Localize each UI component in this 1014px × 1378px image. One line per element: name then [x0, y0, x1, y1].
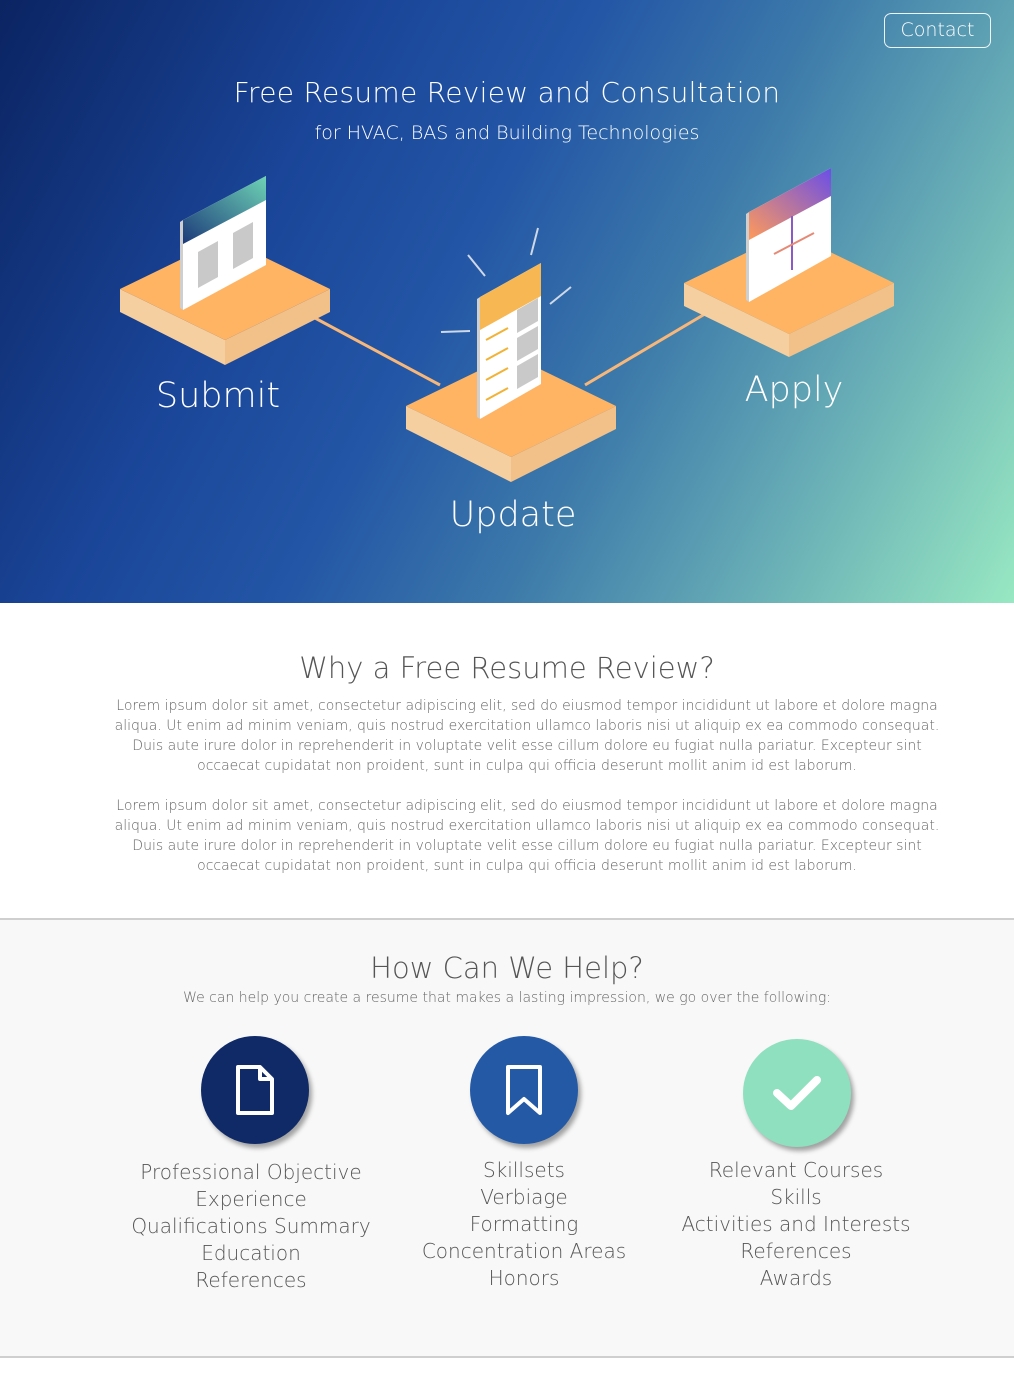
platform-update	[406, 227, 616, 482]
list-item: Activities and Interests	[681, 1212, 911, 1236]
checkmark-icon	[743, 1039, 851, 1147]
why-section: Why a Free Resume Review? Lorem ipsum do…	[0, 603, 1014, 919]
help-title: How Can We Help?	[370, 951, 644, 985]
list-item: Verbiage	[480, 1185, 568, 1209]
hero-title: Free Resume Review and Consultation	[233, 76, 781, 109]
footer-divider	[0, 1356, 1014, 1358]
hero-banner: Contact Free Resume Review and Consultat…	[0, 0, 1014, 603]
why-paragraph-1: Lorem ipsum dolor sit amet, consectetur …	[114, 698, 940, 774]
step-label-submit: Submit	[155, 376, 281, 416]
list-item: Qualifications Summary	[131, 1214, 371, 1238]
connector-line-left	[299, 308, 441, 387]
help-list-1: Professional Objective Experience Qualif…	[101, 1159, 401, 1294]
step-label-update: Update	[449, 495, 577, 535]
platform-apply	[684, 168, 894, 357]
list-item: Skillsets	[483, 1158, 565, 1182]
list-item: Honors	[488, 1266, 560, 1290]
hero-subtitle: for HVAC, BAS and Building Technologies	[314, 122, 700, 144]
help-intro: We can help you create a resume that mak…	[183, 990, 831, 1006]
list-item: Education	[201, 1241, 301, 1265]
list-item: Formatting	[469, 1212, 579, 1236]
list-item: References	[740, 1239, 852, 1263]
platform-submit	[120, 176, 330, 365]
help-list-2: Skillsets Verbiage Formatting Concentrat…	[374, 1157, 674, 1292]
help-list-3: Relevant Courses Skills Activities and I…	[646, 1157, 946, 1292]
list-item: Awards	[759, 1266, 833, 1290]
contact-button[interactable]: Contact	[884, 13, 991, 48]
bookmark-icon	[470, 1036, 578, 1144]
file-icon	[201, 1036, 309, 1144]
why-title: Why a Free Resume Review?	[299, 651, 715, 685]
list-item: Concentration Areas	[421, 1239, 627, 1263]
help-section: How Can We Help? We can help you create …	[0, 920, 1014, 1356]
step-label-apply: Apply	[744, 370, 844, 410]
why-paragraph-2: Lorem ipsum dolor sit amet, consectetur …	[114, 798, 940, 874]
list-item: Relevant Courses	[708, 1158, 884, 1182]
list-item: Skills	[770, 1185, 822, 1209]
list-item: Professional Objective	[140, 1160, 362, 1184]
list-item: Experience	[195, 1187, 307, 1211]
list-item: References	[195, 1268, 307, 1292]
